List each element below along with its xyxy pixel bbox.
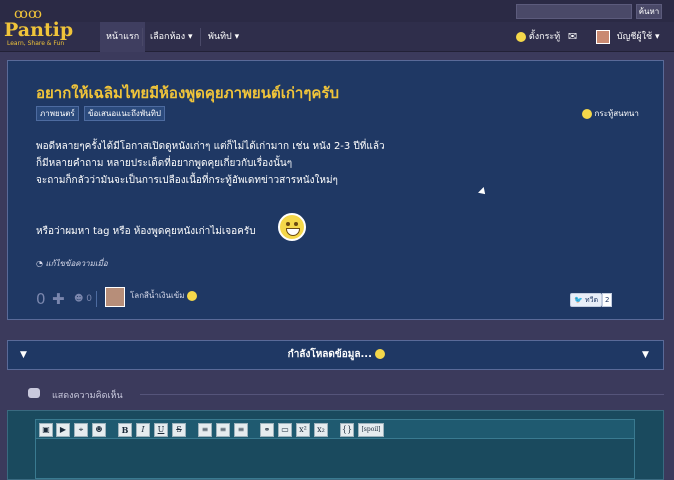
nav-rooms[interactable]: เลือกห้อง ▾: [144, 22, 199, 52]
edit-icon: ◔: [36, 259, 46, 268]
align-right-icon[interactable]: ≡: [234, 423, 248, 437]
emoticon-icon[interactable]: ☻: [92, 423, 106, 437]
horizontal-rule-icon[interactable]: ▭: [278, 423, 292, 437]
nav-home[interactable]: หน้าแรก: [100, 22, 146, 52]
divider: [140, 394, 664, 395]
code-icon[interactable]: {}: [340, 423, 354, 437]
comment-editor: ▣ ▶ ⌖ ☻ B I U S ≡ ≡ ≡ ⚭ ▭ x² x₂ {} [spoi…: [7, 410, 664, 480]
nav-divider: [200, 28, 201, 46]
search-input[interactable]: [516, 4, 632, 19]
smiley-icon: [516, 31, 526, 42]
top-bar: ค้นหา: [0, 0, 674, 22]
editor-toolbar: ▣ ▶ ⌖ ☻ B I U S ≡ ≡ ≡ ⚭ ▭ x² x₂ {} [spoi…: [35, 419, 635, 439]
topic-type-label: กระทู้สนทนา: [594, 109, 639, 118]
edit-note-label: แก้ไขข้อความเมื่อ: [45, 259, 108, 268]
topic-type: กระทู้สนทนา: [582, 107, 639, 120]
insert-video-icon[interactable]: ▶: [56, 423, 70, 437]
vote-count: 0: [36, 290, 46, 308]
post-line: ก็มีหลายคำถาม หลายประเด็ดที่อยากพูดคุยเก…: [36, 158, 293, 169]
account-menu[interactable]: บัญชีผู้ใช้ ▾: [596, 22, 660, 52]
post-line: พอดีหลายๆครั้งได้มีโอกาสเปิดดูหนังเก่าๆ …: [36, 141, 385, 152]
bold-icon[interactable]: B: [118, 423, 132, 437]
comment-bubble-icon: [28, 388, 40, 398]
account-label: บัญชีผู้ใช้ ▾: [616, 32, 660, 42]
loading-bar[interactable]: ▼ กำลังโหลดข้อมูล... ▼: [7, 340, 664, 370]
superscript-icon[interactable]: x²: [296, 423, 310, 437]
mail-icon[interactable]: ✉: [568, 22, 577, 52]
smiley-icon: [375, 349, 386, 359]
underline-icon[interactable]: U: [154, 423, 168, 437]
author-status-icon: [187, 290, 198, 301]
post-line: จะถามก็กลัวว่ามันจะเป็นการเปลืองเนื้อที่…: [36, 175, 338, 186]
nav-pantip[interactable]: พันทิป ▾: [202, 22, 245, 52]
author-name[interactable]: โลกสีน้ำเงินเข้ม: [130, 289, 198, 302]
logo-tagline: Learn, Share & Fun: [7, 40, 65, 47]
tag-movies[interactable]: ภาพยนตร์: [36, 106, 79, 121]
logo[interactable]: ꝏꝏ Pantip Learn, Share & Fun: [4, 6, 78, 51]
loading-label: กำลังโหลดข้อมูล...: [287, 349, 372, 360]
grin-emoji-icon: [278, 213, 306, 241]
comment-heading: แสดงความคิดเห็น: [52, 391, 123, 401]
edit-note: ◔ แก้ไขข้อความเมื่อ: [36, 257, 108, 270]
post-line: หรือว่าผมหา tag หรือ ห้องพูดคุยหนังเก่าไ…: [36, 226, 256, 237]
twitter-icon: 🐦: [574, 296, 583, 304]
tweet-count: 2: [602, 293, 613, 307]
post-title: อยากให้เฉลิมไทยมีห้องพูดคุยภาพยนต์เก่าๆค…: [36, 84, 340, 102]
tweet-label: ทวีต: [584, 296, 599, 304]
spoiler-icon[interactable]: [spoil]: [358, 423, 384, 437]
insert-map-icon[interactable]: ⌖: [74, 423, 88, 437]
author-name-label: โลกสีน้ำเงินเข้ม: [130, 291, 185, 300]
tag-suggestions[interactable]: ข้อเสนอแนะถึงพันทิป: [84, 106, 165, 121]
discussion-icon: [582, 108, 592, 119]
emotion-icon: ☻: [74, 294, 84, 304]
italic-icon[interactable]: I: [136, 423, 150, 437]
align-left-icon[interactable]: ≡: [198, 423, 212, 437]
post-kratoo-button[interactable]: ตั้งกระทู้: [516, 22, 560, 52]
emotion-count-value: 0: [86, 294, 92, 304]
search-button[interactable]: ค้นหา: [636, 4, 662, 19]
topic-post: อยากให้เฉลิมไทยมีห้องพูดคุยภาพยนต์เก่าๆค…: [7, 60, 664, 320]
post-kratoo-label: ตั้งกระทู้: [528, 32, 561, 42]
strikethrough-icon[interactable]: S: [172, 423, 186, 437]
avatar: [596, 29, 610, 44]
insert-image-icon[interactable]: ▣: [39, 423, 53, 437]
tweet-button[interactable]: 🐦 ทวีต: [570, 293, 603, 307]
chevron-down-icon: ▼: [642, 350, 649, 360]
loading-text: กำลังโหลดข้อมูล...: [8, 341, 665, 369]
comment-textarea[interactable]: [35, 439, 635, 479]
divider: [96, 291, 97, 307]
vote-plus-button[interactable]: ✚: [52, 290, 65, 308]
link-icon[interactable]: ⚭: [260, 423, 274, 437]
subscript-icon[interactable]: x₂: [314, 423, 328, 437]
logo-text: Pantip: [4, 19, 74, 41]
emotion-count[interactable]: ☻ 0: [74, 294, 92, 304]
nav-divider: [142, 28, 143, 46]
align-center-icon[interactable]: ≡: [216, 423, 230, 437]
author-avatar[interactable]: [105, 287, 125, 307]
post-body: พอดีหลายๆครั้งได้มีโอกาสเปิดดูหนังเก่าๆ …: [36, 138, 385, 189]
